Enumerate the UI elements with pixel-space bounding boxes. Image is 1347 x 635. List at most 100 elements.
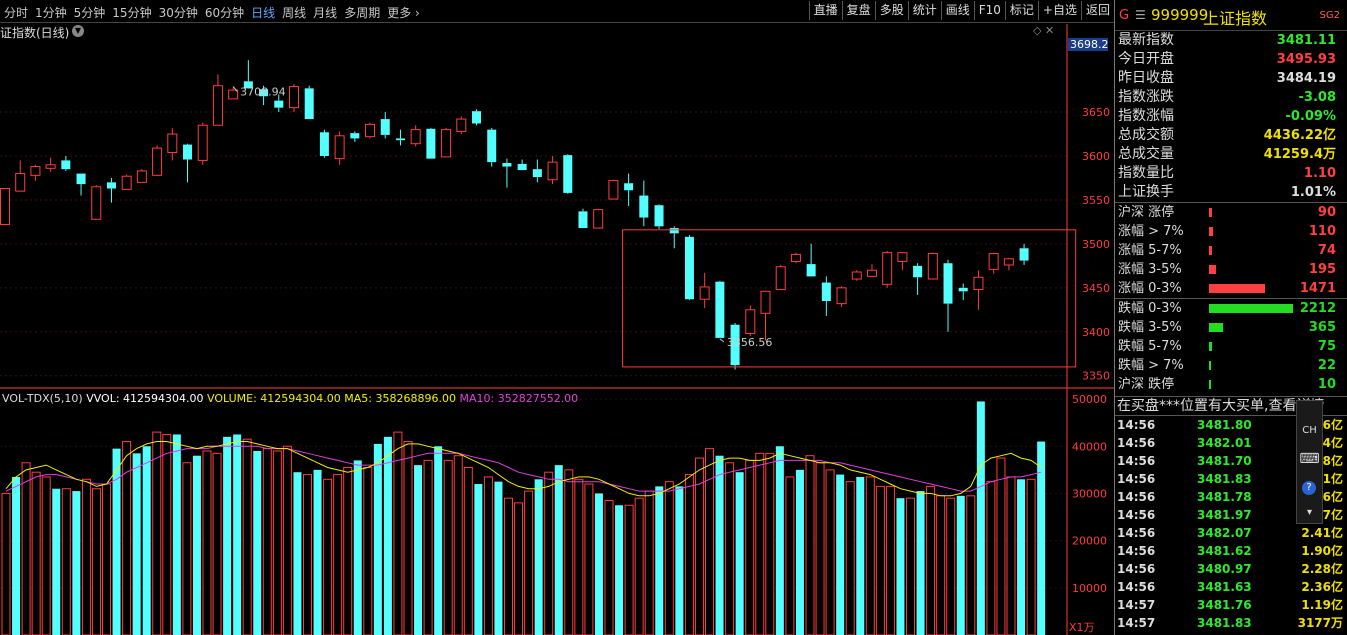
volume-bar (223, 436, 232, 635)
ime-toolbar[interactable]: ⋯ CH ⌨ ? ▾ (1296, 395, 1323, 524)
breadth-value: 110 (1308, 224, 1336, 239)
breadth-label: 涨幅 5-7% (1118, 243, 1182, 258)
trade-amount: 2.28亿 (1301, 562, 1343, 576)
volume-bar (272, 450, 282, 635)
volume-bar (845, 481, 855, 635)
period-tab[interactable]: 30分钟 (159, 4, 198, 21)
tool-button[interactable]: 返回 (1080, 1, 1114, 20)
candle (563, 154, 573, 194)
chart-area[interactable]: 3708.94 3356.56 VOL-TDX(5,10) VVOL: 412594… (0, 0, 1114, 635)
candle-body (319, 132, 329, 156)
period-tab[interactable]: 周线 (282, 4, 306, 21)
candle-body (851, 271, 862, 280)
volume-tick-label: 40000 (1072, 440, 1107, 453)
breadth-label: 涨幅 0-3% (1118, 281, 1182, 296)
volume-bar (61, 488, 71, 635)
trade-time: 14:56 (1117, 526, 1156, 540)
tool-button[interactable]: 直播 (808, 1, 842, 20)
candle-body (197, 124, 208, 161)
group-icon[interactable]: G (1119, 8, 1129, 23)
volume-bar (293, 472, 302, 635)
annotation-label: 3356.56 (727, 336, 773, 349)
ime-more-icon[interactable]: ▾ (1297, 507, 1322, 518)
quote-row: 昨日收盘 3484.19 (1115, 69, 1347, 88)
price-tick-label: 3550 (1082, 194, 1110, 207)
tool-button[interactable]: 画线 (940, 1, 974, 20)
volume-bar (594, 493, 603, 635)
period-tab[interactable]: 更多 › (387, 4, 420, 21)
trade-row: 14:56 3482.07 2.41亿 (1115, 524, 1347, 542)
annotation-label: 3708.94 (240, 85, 286, 98)
tool-button[interactable]: 标记 (1004, 1, 1038, 20)
keyboard-icon[interactable]: ⌨ (1297, 451, 1322, 467)
period-tabs: 分时 1分钟 5分钟 15分钟 30分钟 60分钟 日线 周线 月线 多周期 更多 › (4, 4, 427, 21)
candle-body (45, 164, 56, 169)
candle-body (958, 287, 968, 292)
candle-body (304, 88, 314, 120)
quote-label: 指数涨跌 (1118, 89, 1174, 105)
candle-body (547, 161, 558, 181)
tool-button[interactable]: +自选 (1037, 1, 1081, 20)
candle-body (502, 163, 512, 167)
breadth-bar (1209, 284, 1265, 293)
ime-mode-button[interactable]: CH (1297, 425, 1322, 436)
chart-nav-icons[interactable]: ◇ ✕ (1033, 24, 1054, 37)
period-tab[interactable]: 月线 (313, 4, 337, 21)
candle-body (806, 264, 816, 277)
tool-button[interactable]: 多股 (874, 1, 908, 20)
tool-buttons: 直播 复盘 多股 统计 画线 F10 标记 +自选 返回 (808, 1, 1114, 20)
candle-body (684, 236, 694, 300)
volume-bar (52, 488, 61, 635)
breadth-row: 跌幅 0-3% 2212 (1115, 299, 1347, 318)
collapse-icon[interactable]: ▼ (72, 25, 84, 37)
candle (943, 259, 953, 332)
volume-bar (735, 472, 744, 635)
trade-amount: 3177万 (1297, 616, 1343, 630)
quote-label: 指数涨幅 (1118, 108, 1174, 124)
candle-body (410, 129, 421, 145)
trade-price: 3481.70 (1197, 454, 1252, 468)
quote-row: 总成交额 4436.22亿 (1115, 126, 1347, 145)
candle (866, 264, 877, 277)
help-icon[interactable]: ? (1302, 481, 1316, 495)
trade-price: 3481.63 (1197, 580, 1252, 594)
volume-bar (483, 476, 493, 635)
chart-title-row: 证指数(日线) ▼ ◇ ✕ (0, 24, 1114, 40)
menu-icon[interactable]: ☰ (1135, 8, 1146, 22)
candle-body (350, 133, 360, 139)
candle-body (943, 263, 953, 304)
candle-body (152, 147, 163, 176)
ime-grip-icon[interactable]: ⋯ (1297, 395, 1322, 406)
period-tab[interactable]: 多周期 (344, 4, 380, 21)
period-tab[interactable]: 1分钟 (35, 4, 67, 21)
ticker-text: 在买盘***位置有大买单,查看详情 (1117, 398, 1325, 414)
candle (395, 129, 405, 146)
sg-badge: SG2 (1319, 10, 1340, 21)
volume-bar (192, 455, 201, 635)
index-name: 上证指数 (1203, 9, 1268, 28)
candle (958, 283, 968, 301)
period-tab[interactable]: 15分钟 (112, 4, 151, 21)
trade-row: 14:56 3480.97 2.28亿 (1115, 560, 1347, 578)
breadth-row: 跌幅 > 7% 22 (1115, 356, 1347, 375)
candle-body (624, 183, 634, 191)
tool-button[interactable]: F10 (973, 1, 1005, 20)
candle (212, 74, 223, 126)
volume-bar (242, 438, 252, 635)
tool-button[interactable]: 统计 (907, 1, 941, 20)
tool-button[interactable]: 复盘 (841, 1, 875, 20)
price-tick-label: 3400 (1082, 326, 1110, 339)
quote-value: 1.01% (1290, 185, 1336, 200)
breadth-bar (1209, 208, 1212, 217)
volume-bar (906, 497, 915, 635)
trade-row: 14:56 3481.62 1.90亿 (1115, 542, 1347, 560)
volume-bar (1006, 476, 1016, 635)
period-tab[interactable]: 分时 (4, 4, 28, 21)
period-tab[interactable]: 日线 (251, 4, 275, 21)
volume-bar (936, 495, 946, 635)
period-tab[interactable]: 60分钟 (205, 4, 244, 21)
candle (334, 131, 345, 165)
period-tab[interactable]: 5分钟 (74, 4, 106, 21)
breadth-label: 沪深 涨停 (1118, 205, 1175, 220)
breadth-row: 跌幅 5-7% 75 (1115, 337, 1347, 356)
